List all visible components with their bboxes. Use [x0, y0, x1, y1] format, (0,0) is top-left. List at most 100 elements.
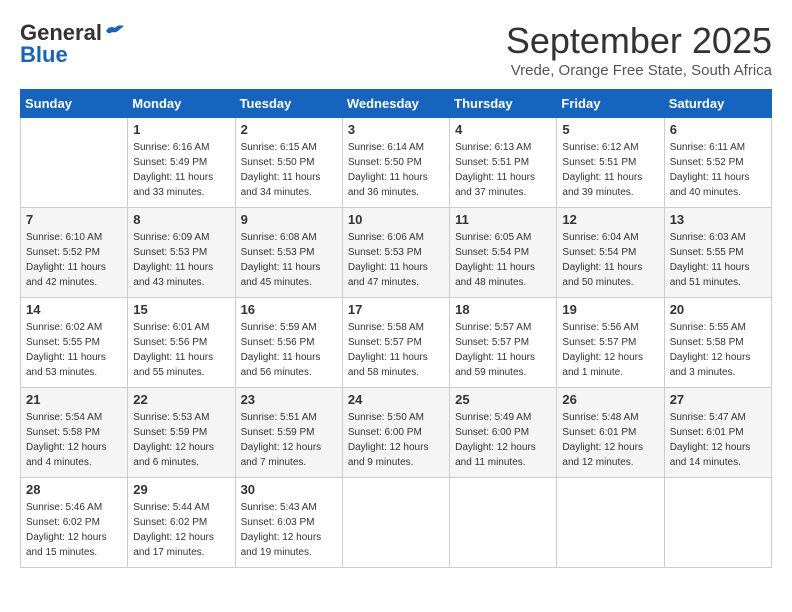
day-cell: 28 Sunrise: 5:46 AM Sunset: 6:02 PM Dayli… — [21, 478, 128, 568]
day-cell: 27 Sunrise: 5:47 AM Sunset: 6:01 PM Dayli… — [664, 388, 771, 478]
day-cell — [450, 478, 557, 568]
day-cell: 20 Sunrise: 5:55 AM Sunset: 5:58 PM Dayli… — [664, 298, 771, 388]
day-number: 4 — [455, 122, 551, 137]
month-title: September 2025 — [506, 20, 772, 62]
day-number: 8 — [133, 212, 229, 227]
day-number: 6 — [670, 122, 766, 137]
day-number: 15 — [133, 302, 229, 317]
logo-bird-icon — [104, 23, 126, 39]
day-cell: 15 Sunrise: 6:01 AM Sunset: 5:56 PM Dayli… — [128, 298, 235, 388]
day-info: Sunrise: 5:53 AM Sunset: 5:59 PM Dayligh… — [133, 410, 229, 470]
day-info: Sunrise: 6:02 AM Sunset: 5:55 PM Dayligh… — [26, 320, 122, 380]
day-info: Sunrise: 5:59 AM Sunset: 5:56 PM Dayligh… — [241, 320, 337, 380]
page-header: General Blue September 2025 Vrede, Orang… — [20, 20, 772, 79]
day-number: 29 — [133, 482, 229, 497]
day-number: 16 — [241, 302, 337, 317]
day-number: 19 — [562, 302, 658, 317]
day-cell: 30 Sunrise: 5:43 AM Sunset: 6:03 PM Dayli… — [235, 478, 342, 568]
logo-blue: Blue — [20, 42, 68, 68]
day-number: 26 — [562, 392, 658, 407]
day-info: Sunrise: 6:05 AM Sunset: 5:54 PM Dayligh… — [455, 230, 551, 290]
day-number: 30 — [241, 482, 337, 497]
column-header-sunday: Sunday — [21, 90, 128, 118]
day-info: Sunrise: 5:50 AM Sunset: 6:00 PM Dayligh… — [348, 410, 444, 470]
day-cell: 14Sunrise: 6:02 AM Sunset: 5:55 PM Dayli… — [21, 298, 128, 388]
day-cell: 16 Sunrise: 5:59 AM Sunset: 5:56 PM Dayli… — [235, 298, 342, 388]
day-number: 2 — [241, 122, 337, 137]
day-number: 20 — [670, 302, 766, 317]
day-cell — [664, 478, 771, 568]
day-cell: 23Sunrise: 5:51 AM Sunset: 5:59 PM Dayli… — [235, 388, 342, 478]
day-info: Sunrise: 6:06 AM Sunset: 5:53 PM Dayligh… — [348, 230, 444, 290]
day-cell: 6 Sunrise: 6:11 AM Sunset: 5:52 PM Daylig… — [664, 118, 771, 208]
day-info: Sunrise: 6:16 AM Sunset: 5:49 PM Dayligh… — [133, 140, 229, 200]
header-row: SundayMondayTuesdayWednesdayThursdayFrid… — [21, 90, 772, 118]
day-number: 11 — [455, 212, 551, 227]
day-info: Sunrise: 6:15 AM Sunset: 5:50 PM Dayligh… — [241, 140, 337, 200]
week-row-3: 14Sunrise: 6:02 AM Sunset: 5:55 PM Dayli… — [21, 298, 772, 388]
column-header-wednesday: Wednesday — [342, 90, 449, 118]
day-number: 17 — [348, 302, 444, 317]
day-info: Sunrise: 6:09 AM Sunset: 5:53 PM Dayligh… — [133, 230, 229, 290]
day-cell: 7 Sunrise: 6:10 AM Sunset: 5:52 PM Daylig… — [21, 208, 128, 298]
day-cell: 5 Sunrise: 6:12 AM Sunset: 5:51 PM Daylig… — [557, 118, 664, 208]
day-info: Sunrise: 5:49 AM Sunset: 6:00 PM Dayligh… — [455, 410, 551, 470]
day-cell: 8 Sunrise: 6:09 AM Sunset: 5:53 PM Daylig… — [128, 208, 235, 298]
day-info: Sunrise: 5:55 AM Sunset: 5:58 PM Dayligh… — [670, 320, 766, 380]
day-cell: 25 Sunrise: 5:49 AM Sunset: 6:00 PM Dayli… — [450, 388, 557, 478]
day-cell — [557, 478, 664, 568]
day-number: 7 — [26, 212, 122, 227]
day-info: Sunrise: 6:03 AM Sunset: 5:55 PM Dayligh… — [670, 230, 766, 290]
day-info: Sunrise: 5:58 AM Sunset: 5:57 PM Dayligh… — [348, 320, 444, 380]
day-info: Sunrise: 5:56 AM Sunset: 5:57 PM Dayligh… — [562, 320, 658, 380]
day-number: 1 — [133, 122, 229, 137]
week-row-2: 7 Sunrise: 6:10 AM Sunset: 5:52 PM Daylig… — [21, 208, 772, 298]
day-info: Sunrise: 6:08 AM Sunset: 5:53 PM Dayligh… — [241, 230, 337, 290]
day-number: 27 — [670, 392, 766, 407]
column-header-friday: Friday — [557, 90, 664, 118]
day-cell: 1 Sunrise: 6:16 AM Sunset: 5:49 PM Daylig… — [128, 118, 235, 208]
day-number: 3 — [348, 122, 444, 137]
day-info: Sunrise: 6:01 AM Sunset: 5:56 PM Dayligh… — [133, 320, 229, 380]
week-row-4: 21Sunrise: 5:54 AM Sunset: 5:58 PM Dayli… — [21, 388, 772, 478]
day-number: 9 — [241, 212, 337, 227]
column-header-tuesday: Tuesday — [235, 90, 342, 118]
day-cell: 2 Sunrise: 6:15 AM Sunset: 5:50 PM Daylig… — [235, 118, 342, 208]
day-info: Sunrise: 5:43 AM Sunset: 6:03 PM Dayligh… — [241, 500, 337, 560]
day-cell: 21Sunrise: 5:54 AM Sunset: 5:58 PM Dayli… — [21, 388, 128, 478]
week-row-5: 28 Sunrise: 5:46 AM Sunset: 6:02 PM Dayli… — [21, 478, 772, 568]
day-number: 24 — [348, 392, 444, 407]
day-number: 25 — [455, 392, 551, 407]
day-cell: 13 Sunrise: 6:03 AM Sunset: 5:55 PM Dayli… — [664, 208, 771, 298]
day-number: 13 — [670, 212, 766, 227]
day-info: Sunrise: 5:47 AM Sunset: 6:01 PM Dayligh… — [670, 410, 766, 470]
column-header-monday: Monday — [128, 90, 235, 118]
day-info: Sunrise: 6:12 AM Sunset: 5:51 PM Dayligh… — [562, 140, 658, 200]
day-cell: 18 Sunrise: 5:57 AM Sunset: 5:57 PM Dayli… — [450, 298, 557, 388]
column-header-saturday: Saturday — [664, 90, 771, 118]
day-cell — [342, 478, 449, 568]
day-cell: 4 Sunrise: 6:13 AM Sunset: 5:51 PM Daylig… — [450, 118, 557, 208]
day-cell: 12 Sunrise: 6:04 AM Sunset: 5:54 PM Dayli… — [557, 208, 664, 298]
title-block: September 2025 Vrede, Orange Free State,… — [506, 20, 772, 79]
day-number: 23 — [241, 392, 337, 407]
column-header-thursday: Thursday — [450, 90, 557, 118]
day-info: Sunrise: 6:13 AM Sunset: 5:51 PM Dayligh… — [455, 140, 551, 200]
day-cell: 9 Sunrise: 6:08 AM Sunset: 5:53 PM Daylig… — [235, 208, 342, 298]
day-info: Sunrise: 6:11 AM Sunset: 5:52 PM Dayligh… — [670, 140, 766, 200]
day-number: 18 — [455, 302, 551, 317]
day-info: Sunrise: 6:10 AM Sunset: 5:52 PM Dayligh… — [26, 230, 122, 290]
day-info: Sunrise: 5:44 AM Sunset: 6:02 PM Dayligh… — [133, 500, 229, 560]
day-number: 5 — [562, 122, 658, 137]
day-info: Sunrise: 6:04 AM Sunset: 5:54 PM Dayligh… — [562, 230, 658, 290]
day-cell: 3 Sunrise: 6:14 AM Sunset: 5:50 PM Daylig… — [342, 118, 449, 208]
day-info: Sunrise: 6:14 AM Sunset: 5:50 PM Dayligh… — [348, 140, 444, 200]
day-info: Sunrise: 5:46 AM Sunset: 6:02 PM Dayligh… — [26, 500, 122, 560]
day-number: 28 — [26, 482, 122, 497]
day-info: Sunrise: 5:57 AM Sunset: 5:57 PM Dayligh… — [455, 320, 551, 380]
day-cell — [21, 118, 128, 208]
logo: General Blue — [20, 20, 126, 68]
day-info: Sunrise: 5:48 AM Sunset: 6:01 PM Dayligh… — [562, 410, 658, 470]
calendar-table: SundayMondayTuesdayWednesdayThursdayFrid… — [20, 89, 772, 568]
day-number: 12 — [562, 212, 658, 227]
